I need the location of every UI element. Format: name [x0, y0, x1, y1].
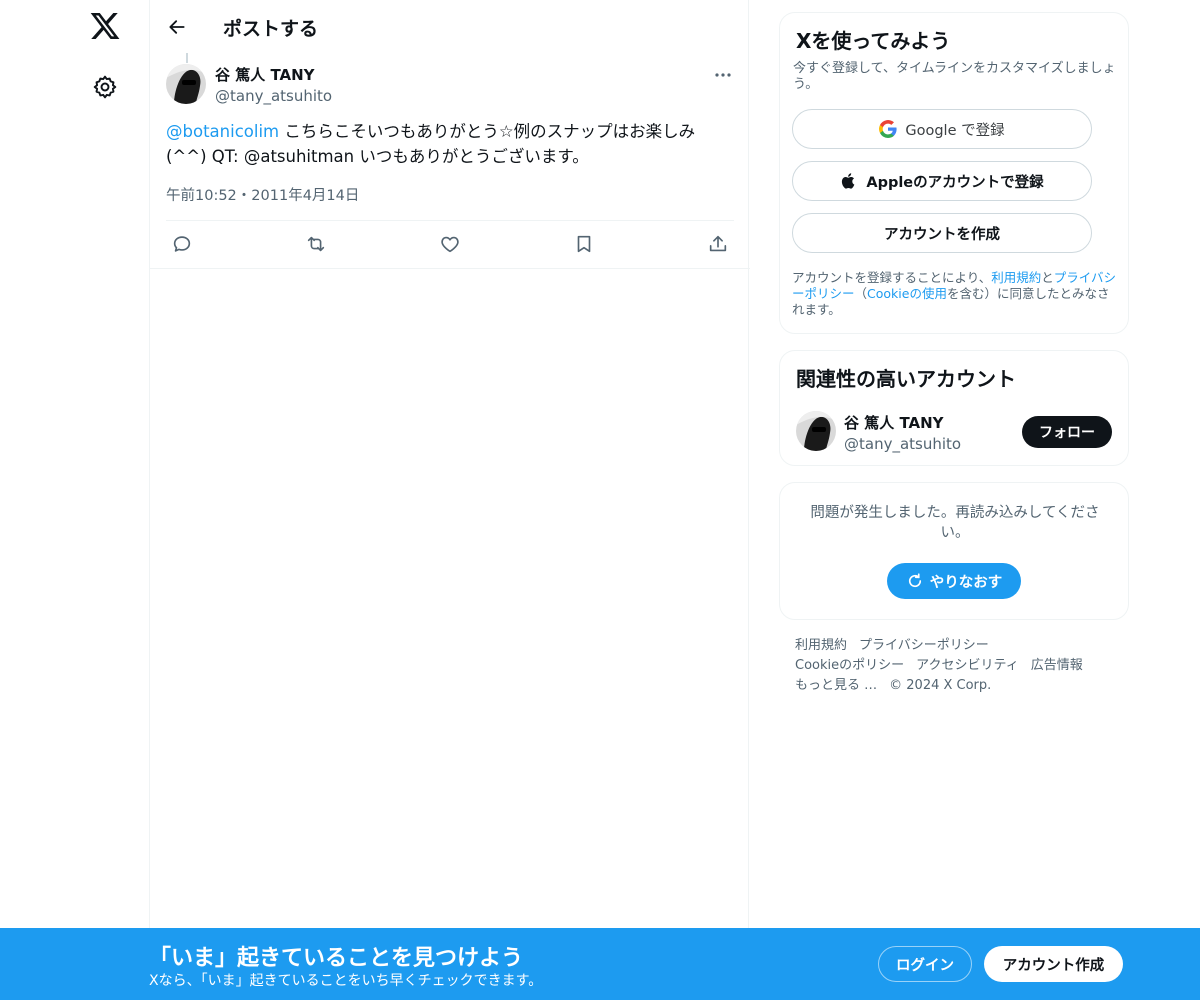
related-account-handle[interactable]: @tany_atsuhito: [844, 435, 961, 453]
page-title: ポストする: [223, 18, 319, 40]
post-text: @botanicolim こちらこそいつもありがとう☆例のスナップはお楽しみ (…: [166, 119, 726, 169]
footer-ads-link[interactable]: 広告情報: [1031, 658, 1083, 673]
footer-accessibility-link[interactable]: アクセシビリティ: [916, 658, 1019, 673]
repost-icon: [307, 236, 325, 252]
reply-button[interactable]: [170, 232, 194, 256]
error-message: 問題が発生しました。再読み込みしてください。: [810, 505, 1100, 541]
related-accounts-card: 関連性の高いアカウント 谷 篤人 TANY @tany_atsuhito フォロ…: [779, 350, 1129, 466]
retry-label: やりなおす: [929, 574, 1003, 591]
apple-icon: [840, 172, 858, 190]
google-signup-label: Google で登録: [905, 122, 1005, 139]
signup-card: Xを使ってみよう 今すぐ登録して、タイムラインをカスタマイズしましょう。 Goo…: [779, 12, 1129, 334]
post: 谷 篤人 TANY @tany_atsuhito @botanicolim こち…: [150, 60, 750, 269]
footer-copyright: © 2024 X Corp.: [889, 678, 992, 693]
login-button[interactable]: ログイン: [878, 946, 972, 982]
apple-signup-label: Appleのアカウントで登録: [866, 174, 1044, 191]
apple-signup-button[interactable]: Appleのアカウントで登録: [792, 161, 1092, 201]
error-card: 問題が発生しました。再読み込みしてください。 やりなおす: [779, 482, 1129, 620]
footer-privacy-link[interactable]: プライバシーポリシー: [859, 638, 989, 653]
divider: [166, 220, 734, 221]
retry-button[interactable]: やりなおす: [887, 563, 1021, 599]
arrow-left-icon: [169, 20, 185, 34]
footer-more-link[interactable]: もっと見る …: [795, 678, 877, 693]
follow-button[interactable]: フォロー: [1022, 416, 1112, 448]
legal-notice: アカウントを登録することにより、利用規約とプライバシーポリシー（Cookieの使…: [792, 270, 1117, 317]
main-column: ポストする 谷 篤人 TANY @tany_atsuhito @botanico…: [149, 0, 750, 1000]
signup-title: Xを使ってみよう: [796, 29, 951, 53]
signup-subtitle: 今すぐ登録して、タイムラインをカスタマイズしましょう。: [793, 61, 1116, 92]
footer-cookie-link[interactable]: Cookieのポリシー: [795, 658, 904, 673]
more-horizontal-icon: [715, 73, 731, 77]
create-account-label: アカウントを作成: [884, 226, 1000, 243]
mention-link[interactable]: @botanicolim: [166, 122, 279, 141]
banner-subtitle: Xなら、「いま」起きていることをいち早くチェックできます。: [149, 973, 543, 989]
post-text-line1: こちらこそいつもありがとう☆例のスナップはお楽しみ: [279, 122, 696, 141]
banner-title: 「いま」起きていることを見つけよう: [149, 946, 524, 971]
like-icon: [441, 236, 459, 253]
create-account-button[interactable]: アカウントを作成: [792, 213, 1092, 253]
reply-icon: [173, 236, 191, 252]
left-nav: [0, 0, 150, 1000]
google-signup-button[interactable]: Google で登録: [792, 109, 1092, 149]
banner-signup-button[interactable]: アカウント作成: [984, 946, 1123, 982]
post-actions: [166, 232, 734, 256]
page-header: ポストする: [150, 0, 750, 53]
x-logo-icon[interactable]: [89, 10, 121, 42]
avatar[interactable]: [166, 64, 206, 104]
related-account-name[interactable]: 谷 篤人 TANY: [844, 412, 944, 433]
author-handle[interactable]: @tany_atsuhito: [215, 87, 332, 105]
share-button[interactable]: [706, 232, 730, 256]
footer-links: 利用規約 プライバシーポリシー Cookieのポリシー アクセシビリティ 広告情報 も…: [795, 636, 1115, 696]
share-icon: [709, 235, 727, 252]
like-button[interactable]: [438, 232, 462, 256]
footer-terms-link[interactable]: 利用規約: [795, 638, 847, 653]
back-button[interactable]: [162, 12, 192, 42]
gear-icon[interactable]: [92, 74, 118, 100]
author-name[interactable]: 谷 篤人 TANY: [215, 64, 315, 85]
post-timestamp[interactable]: 午前10:52・2011年4月14日: [166, 184, 359, 205]
bookmark-button[interactable]: [572, 232, 596, 256]
post-text-line2: (^^) QT: @atsuhitman いつもありがとうございます。: [166, 147, 589, 166]
related-title: 関連性の高いアカウント: [796, 367, 1016, 391]
cookie-link[interactable]: Cookieの使用: [867, 286, 947, 301]
terms-link[interactable]: 利用規約: [991, 270, 1041, 285]
google-icon: [879, 120, 897, 138]
signup-banner: 「いま」起きていることを見つけよう Xなら、「いま」起きていることをいち早くチェ…: [0, 928, 1200, 1000]
avatar[interactable]: [796, 411, 836, 451]
more-button[interactable]: [710, 64, 736, 86]
repost-button[interactable]: [304, 232, 328, 256]
bookmark-icon: [577, 235, 591, 253]
refresh-icon: [908, 573, 921, 588]
